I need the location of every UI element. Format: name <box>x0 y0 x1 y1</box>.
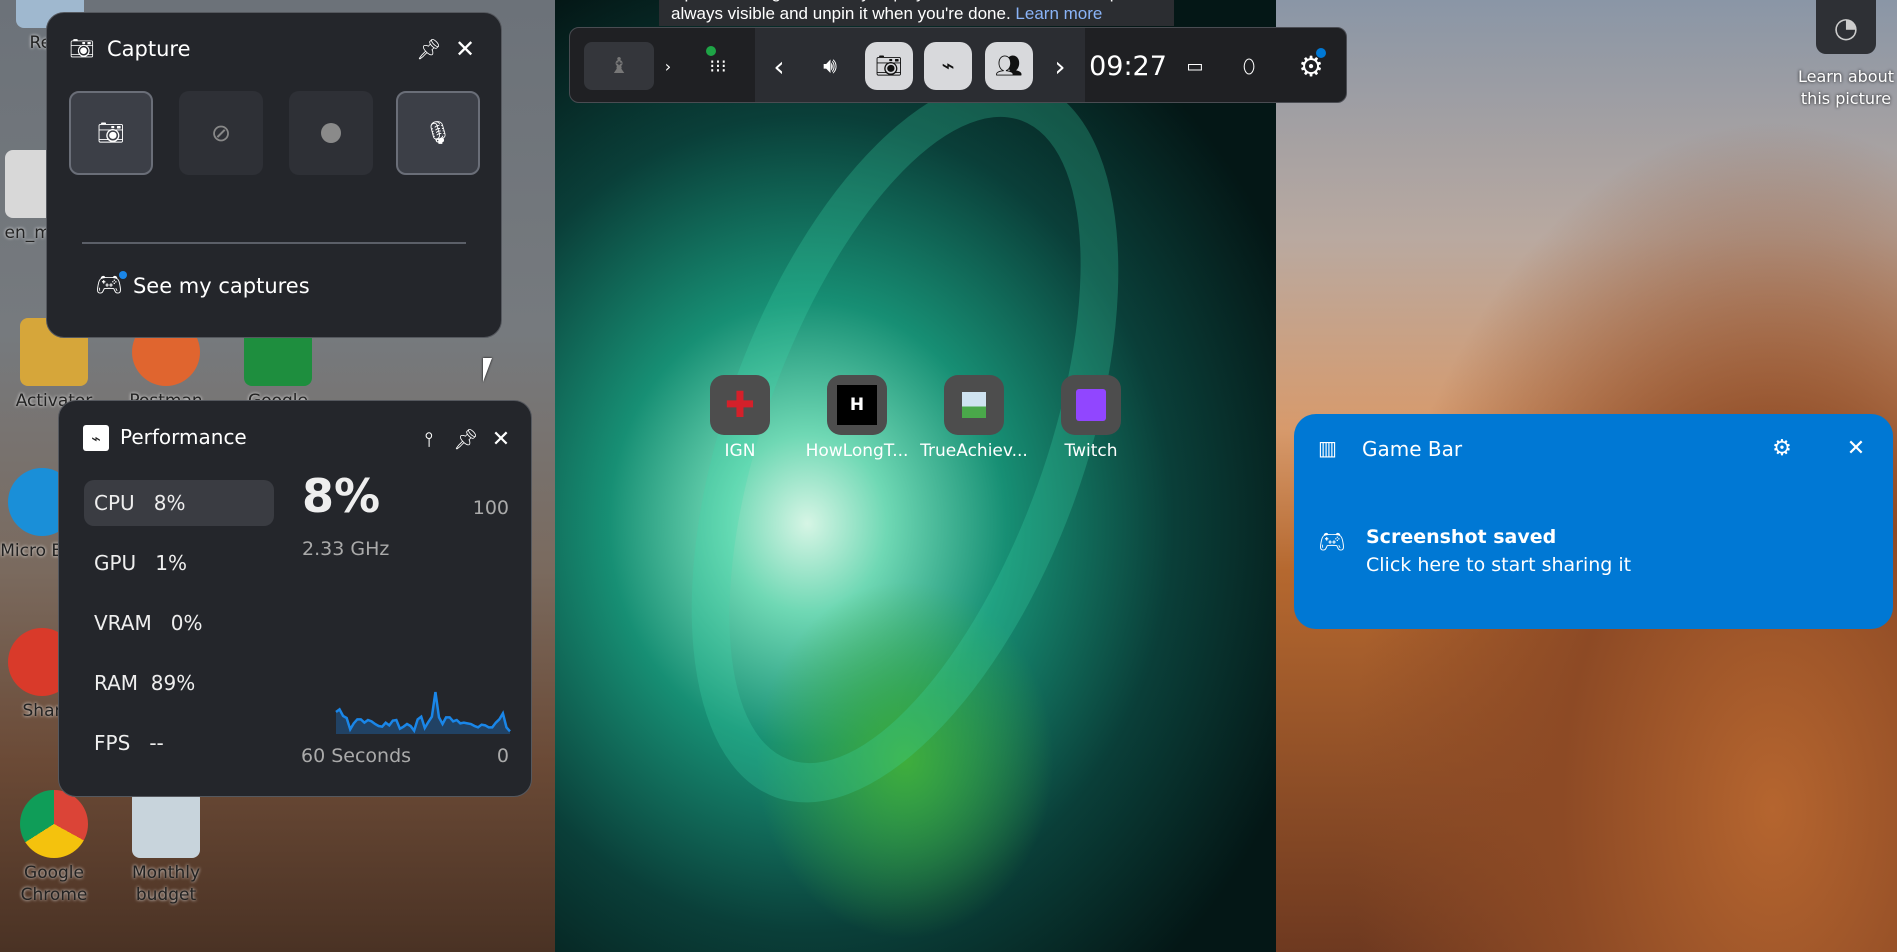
scroll-right-button[interactable]: › <box>1045 42 1075 90</box>
howlongtobeat-icon: H <box>827 375 887 435</box>
notification-body: Click here to start sharing it <box>1366 554 1632 576</box>
close-icon[interactable]: ✕ <box>451 35 479 63</box>
performance-widget: ⌁ Performance ⫯ 📌︎ ✕ CPU 8% GPU 1% VRAM … <box>58 400 532 797</box>
app-ign[interactable]: ✚ IGN <box>685 375 795 461</box>
close-icon[interactable]: ✕ <box>487 425 515 453</box>
widget-menu-button[interactable]: ⁝⁝⁝ <box>698 42 738 90</box>
capture-widget: 📷︎ Capture 📌︎ ✕ 📷︎ ⊘ 🎙︎ 🎮︎ See my captur… <box>46 12 502 338</box>
social-widget-button[interactable]: 👥︎ <box>985 42 1033 90</box>
graph-time-label: 60 Seconds <box>301 745 412 767</box>
record-icon <box>321 123 341 143</box>
metric-gpu[interactable]: GPU 1% <box>84 540 274 586</box>
desktop-icon-chrome[interactable]: Google Chrome <box>4 790 104 906</box>
screenshot-button[interactable]: 📷︎ <box>69 91 153 175</box>
learn-about-picture-icon[interactable]: ◔ <box>1816 0 1876 54</box>
settings-button[interactable]: ⚙ <box>1294 42 1328 90</box>
status-dot <box>706 46 716 56</box>
divider <box>82 242 466 244</box>
app-howlongtobeat[interactable]: H HowLongT... <box>802 375 912 461</box>
audio-button[interactable]: 🔊︎ <box>813 42 847 90</box>
speaker-icon: 🔊︎ <box>823 53 837 79</box>
graph-max-label: 100 <box>472 497 509 519</box>
camera-icon: 📷︎ <box>875 53 903 79</box>
app-twitch[interactable]: Twitch <box>1036 375 1146 461</box>
scroll-left-button[interactable]: ‹ <box>764 42 794 90</box>
widget-launcher-button[interactable]: ♝ <box>584 42 654 90</box>
ign-icon: ✚ <box>710 375 770 435</box>
cpu-usage-graph <box>335 691 511 734</box>
game-assist-view <box>555 0 1276 952</box>
clock: 09:27 <box>1089 50 1167 82</box>
pin-icon[interactable]: 📌︎ <box>415 35 443 63</box>
camera-icon: 📷︎ <box>97 120 125 146</box>
game-bar-toolbar: ♝ › ⁝⁝⁝ ‹ 🔊︎ 📷︎ ⌁ 👥︎ › 09:27 ▭ ⬯ ⚙ <box>569 27 1347 103</box>
battery-icon: ▭ <box>1186 55 1204 77</box>
expand-chevron-icon[interactable]: › <box>658 42 678 90</box>
metric-ram[interactable]: RAM 89% <box>84 660 274 706</box>
gallery-controller-icon: 🎮︎ <box>95 271 127 298</box>
camera-icon: 📷︎ <box>69 36 95 60</box>
mouse-icon[interactable]: ⬯ <box>1234 42 1264 90</box>
gear-icon[interactable]: ⚙ <box>1768 434 1796 462</box>
gallery-controller-icon: 🎮︎ <box>1318 530 1346 555</box>
cpu-frequency: 2.33 GHz <box>302 538 390 560</box>
mic-off-icon: 🎙︎ <box>424 120 452 146</box>
desktop-icon-monthly-budget[interactable]: Monthly budget <box>116 790 216 906</box>
people-icon: 👥︎ <box>995 53 1023 79</box>
toolbar-widgets-section <box>755 28 1085 102</box>
graph-min-label: 0 <box>496 745 509 767</box>
twitch-icon <box>1061 375 1121 435</box>
tip-banner: Tip: Follow a guide while you play! Pin … <box>659 0 1174 26</box>
mouse-cursor <box>483 358 492 382</box>
learn-about-picture-label[interactable]: Learn about this picture <box>1796 66 1896 110</box>
cpu-big-value: 8% <box>302 469 381 523</box>
broken-image-icon <box>944 375 1004 435</box>
record-last-30s-button[interactable]: ⊘ <box>179 91 263 175</box>
close-icon[interactable]: ✕ <box>1842 434 1870 462</box>
pin-icon[interactable]: 📌︎ <box>452 425 480 453</box>
metric-fps[interactable]: FPS -- <box>84 720 274 766</box>
mic-toggle-button[interactable]: 🎙︎ <box>396 91 480 175</box>
performance-title: Performance <box>120 425 247 449</box>
sliders-icon[interactable]: ⫯ <box>415 425 443 453</box>
notification-title: Screenshot saved <box>1366 526 1557 548</box>
graph-area <box>336 692 510 734</box>
performance-monitor-icon: ⌁ <box>83 425 109 451</box>
history-off-icon: ⊘ <box>210 119 232 147</box>
capture-widget-button[interactable]: 📷︎ <box>865 42 913 90</box>
app-trueachievements[interactable]: TrueAchiev... <box>919 375 1029 461</box>
performance-widget-button[interactable]: ⌁ <box>924 42 972 90</box>
capture-title: Capture <box>107 37 191 61</box>
start-recording-button[interactable] <box>289 91 373 175</box>
metric-vram[interactable]: VRAM 0% <box>84 600 274 646</box>
see-my-captures-link[interactable]: 🎮︎ See my captures <box>95 271 310 298</box>
game-bar-icon: ▥ <box>1318 436 1337 460</box>
excel-file-icon <box>132 790 200 858</box>
learn-more-link[interactable]: Learn more <box>1015 4 1102 23</box>
performance-monitor-icon: ⌁ <box>941 53 955 79</box>
notification-dot <box>1316 48 1326 58</box>
chess-icon: ♝ <box>609 53 629 79</box>
chrome-icon <box>20 790 88 858</box>
metric-cpu[interactable]: CPU 8% <box>84 480 274 526</box>
notification-app-name: Game Bar <box>1362 437 1463 461</box>
game-bar-notification[interactable]: ▥ Game Bar ⚙ ✕ 🎮︎ Screenshot saved Click… <box>1294 414 1893 629</box>
apps-grid-icon: ⁝⁝⁝ <box>709 55 727 77</box>
